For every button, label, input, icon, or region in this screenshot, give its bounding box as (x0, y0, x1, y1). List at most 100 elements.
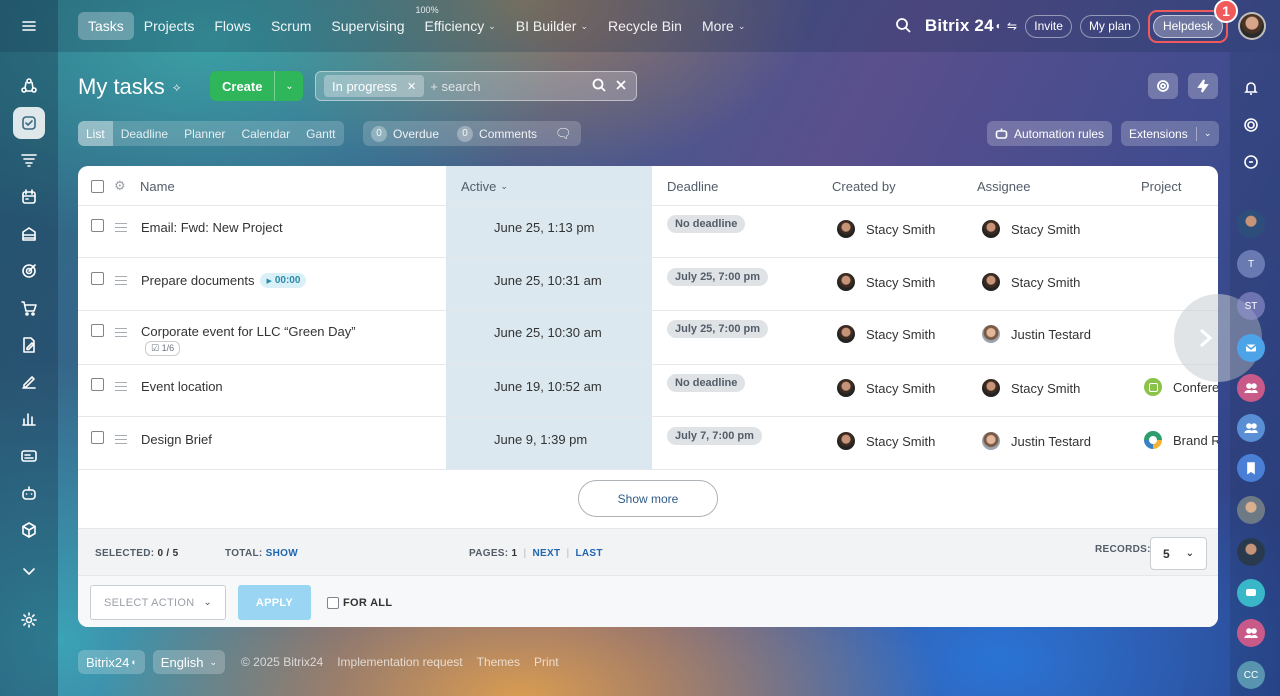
column-deadline[interactable]: Deadline (667, 166, 718, 206)
brand-logo[interactable]: Bitrix 24 ◐ ⇋ (925, 16, 1017, 36)
total-show-link[interactable]: SHOW (266, 548, 298, 559)
menu-icon[interactable] (13, 10, 45, 42)
nav-recycle-bin[interactable]: Recycle Bin (598, 12, 692, 40)
invite-button[interactable]: Invite (1025, 14, 1072, 38)
copilot-spiral-icon[interactable] (1237, 111, 1265, 139)
view-tab-gantt[interactable]: Gantt (298, 121, 343, 146)
search-icon[interactable] (592, 78, 606, 95)
row-checkbox[interactable] (91, 272, 104, 285)
task-name[interactable]: Event location (141, 379, 223, 394)
nav-projects[interactable]: Projects (134, 12, 205, 40)
contact-card-icon[interactable] (13, 440, 45, 472)
create-label[interactable]: Create (210, 71, 276, 101)
select-all-checkbox[interactable] (91, 166, 104, 206)
table-row[interactable]: Prepare documents ▶ 00:00 June 25, 10:31 … (78, 258, 1218, 311)
calendar-icon[interactable] (13, 181, 45, 213)
show-more-button[interactable]: Show more (578, 480, 718, 517)
created-by[interactable]: Stacy Smith (837, 273, 935, 291)
tasks-icon[interactable] (13, 107, 45, 139)
box-icon[interactable] (13, 514, 45, 546)
chat-search-icon[interactable] (1237, 148, 1265, 176)
row-checkbox[interactable] (91, 219, 104, 232)
nav-scrum[interactable]: Scrum (261, 12, 321, 40)
records-per-page-select[interactable]: 5 ⌄ (1150, 537, 1207, 570)
avatar[interactable] (1237, 210, 1265, 238)
chat-avatar-cc[interactable]: CC (1237, 661, 1265, 689)
column-active[interactable]: Active ⌄ (461, 166, 508, 206)
column-project[interactable]: Project (1141, 166, 1181, 206)
extensions-button[interactable]: Extensions ⌄ (1121, 121, 1219, 146)
table-row[interactable]: Design Brief June 9, 1:39 pm July 7, 7:0… (78, 417, 1218, 470)
create-button[interactable]: Create ⌄ (210, 71, 304, 101)
chevron-down-icon[interactable]: ⌄ (275, 71, 303, 101)
avatar[interactable] (1237, 538, 1265, 566)
checklist-badge[interactable]: ☑ 1/6 (145, 341, 181, 356)
page-number[interactable]: 1 (512, 548, 518, 559)
apply-button[interactable]: APPLY (238, 585, 311, 620)
mail-icon[interactable] (1237, 334, 1265, 362)
automation-rules-button[interactable]: Automation rules (987, 121, 1113, 146)
drag-handle-icon[interactable] (115, 382, 127, 391)
sign-pen-icon[interactable] (13, 366, 45, 398)
my-plan-button[interactable]: My plan (1079, 14, 1140, 38)
close-icon[interactable] (614, 78, 628, 95)
assignee[interactable]: Justin Testard (982, 325, 1091, 343)
created-by[interactable]: Stacy Smith (837, 220, 935, 238)
column-created-by[interactable]: Created by (832, 166, 896, 206)
deadline-badge[interactable]: July 7, 7:00 pm (667, 427, 762, 445)
lightning-button[interactable] (1188, 73, 1218, 99)
pin-icon[interactable]: ⟡ (173, 80, 181, 95)
task-name[interactable]: Corporate event for LLC “Green Day” (141, 324, 356, 339)
chevron-down-icon[interactable]: ⌄ (1197, 128, 1219, 139)
filter-search-box[interactable]: In progress ✕ (315, 71, 637, 101)
group-chat-icon[interactable] (1237, 414, 1265, 442)
footer-link-implementation[interactable]: Implementation request (337, 655, 462, 669)
language-select[interactable]: English ⌄ (152, 650, 225, 674)
task-name[interactable]: Email: Fwd: New Project (141, 220, 283, 235)
assignee[interactable]: Stacy Smith (982, 220, 1080, 238)
row-checkbox[interactable] (91, 378, 104, 391)
project-cell[interactable]: Brand R (1144, 431, 1218, 449)
timer-badge[interactable]: ▶ 00:00 (260, 273, 307, 288)
task-name[interactable]: Design Brief (141, 432, 212, 447)
sliders-icon[interactable]: ⇋ (1007, 19, 1017, 33)
table-row[interactable]: Event location June 19, 10:52 am No dead… (78, 365, 1218, 417)
view-tab-calendar[interactable]: Calendar (233, 121, 298, 146)
crm-funnel-icon[interactable] (13, 144, 45, 176)
footer-link-print[interactable]: Print (534, 655, 559, 669)
group-chat-icon[interactable] (1237, 374, 1265, 402)
comments-counter[interactable]: 0 Comments (457, 125, 537, 142)
nav-more[interactable]: More ⌄ (692, 12, 755, 40)
nav-flows[interactable]: Flows (204, 12, 261, 40)
for-all-checkbox[interactable]: FOR ALL (327, 585, 392, 620)
group-chat-icon[interactable] (1237, 619, 1265, 647)
drag-handle-icon[interactable] (115, 328, 127, 337)
assignee[interactable]: Justin Testard (982, 432, 1091, 450)
target-icon[interactable] (13, 255, 45, 287)
collaboration-icon[interactable] (13, 70, 45, 102)
chat-avatar-st[interactable]: ST (1237, 292, 1265, 320)
drag-handle-icon[interactable] (115, 276, 127, 285)
analytics-icon[interactable] (13, 403, 45, 435)
bookmark-icon[interactable] (1237, 454, 1265, 482)
table-row[interactable]: Email: Fwd: New Project June 25, 1:13 pm… (78, 206, 1218, 258)
drive-icon[interactable] (13, 218, 45, 250)
footer-link-themes[interactable]: Themes (477, 655, 520, 669)
robot-icon[interactable] (13, 477, 45, 509)
chat-avatar-t[interactable]: T (1237, 250, 1265, 278)
shop-cart-icon[interactable] (13, 292, 45, 324)
settings-gear-button[interactable] (1148, 73, 1178, 99)
assignee[interactable]: Stacy Smith (982, 273, 1080, 291)
assignee[interactable]: Stacy Smith (982, 379, 1080, 397)
created-by[interactable]: Stacy Smith (837, 325, 935, 343)
select-action-dropdown[interactable]: SELECT ACTION ⌄ (90, 585, 226, 620)
documents-sign-icon[interactable] (13, 329, 45, 361)
drag-handle-icon[interactable] (115, 435, 127, 444)
nav-tasks[interactable]: Tasks (78, 12, 134, 40)
drag-handle-icon[interactable] (115, 223, 127, 232)
table-row[interactable]: Corporate event for LLC “Green Day” ☑ 1/… (78, 311, 1218, 365)
search-icon[interactable] (895, 17, 911, 36)
created-by[interactable]: Stacy Smith (837, 432, 935, 450)
nav-supervising[interactable]: Supervising (321, 12, 414, 40)
next-page-link[interactable]: NEXT (532, 548, 560, 559)
